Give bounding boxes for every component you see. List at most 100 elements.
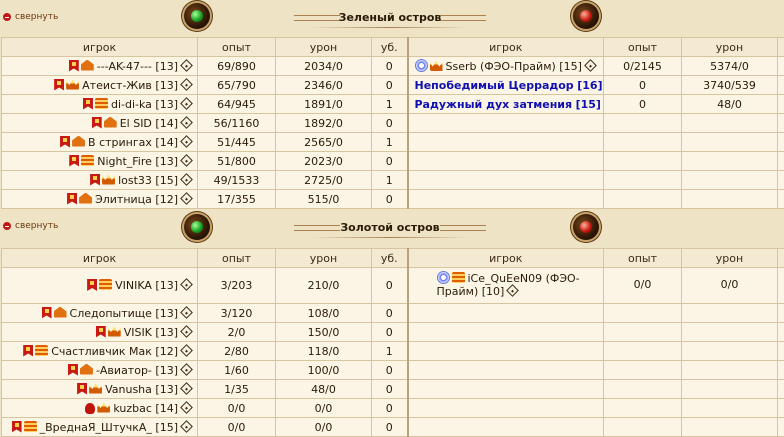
stat-exp [604,304,682,323]
player-cell [408,418,604,437]
island-banner: Золотой остров [290,216,490,238]
stat-dmg: 0/0 [276,418,372,437]
player-info-icon[interactable] [180,116,193,129]
stat-dmg [682,152,778,171]
player-info-icon[interactable] [180,363,193,376]
player-name-link[interactable]: VINIKA [115,279,152,292]
player-cell: ---AK-47--- [13] [2,57,198,76]
player-name-link[interactable]: VISIK [124,326,152,339]
player-name-link[interactable]: lost33 [118,174,152,187]
table-header-row: игрокопытуронуб.игрокопытуронуб. [2,249,784,268]
player-name-link[interactable]: В стрингах [88,136,152,149]
player-level: [15] [576,98,601,111]
player-cell: Непобедимый Церрадор [16] [408,76,604,95]
player-name-link[interactable]: -Авиатор- [96,364,152,377]
clan-flag-icon [96,326,106,338]
player-info-icon[interactable] [584,59,597,72]
stat-kills: 0 [372,323,408,342]
column-header-exp: опыт [604,249,682,268]
collapse-label[interactable]: свернуть [15,221,58,231]
stat-exp: 64/945 [198,95,276,114]
player-name-link[interactable]: Night_Fire [97,155,152,168]
rank-crown-icon [89,383,102,394]
collapse-label[interactable]: свернуть [15,12,58,22]
player-info-icon[interactable] [180,382,193,395]
clan-skull-icon [85,403,95,414]
player-cell [408,171,604,190]
rank-house-icon [81,60,94,71]
player-info-icon[interactable] [180,78,193,91]
player-name-link[interactable]: Элитница [95,193,152,206]
stat-kills: 0 [372,361,408,380]
player-info-icon[interactable] [180,278,193,291]
stat-exp: 0/0 [604,268,682,304]
stat-dmg: 118/0 [276,342,372,361]
island-banner: Зеленый остров [290,6,490,28]
player-info-icon[interactable] [180,420,193,433]
stat-dmg [682,323,778,342]
player-info-icon[interactable] [180,325,193,338]
player-info-icon[interactable] [506,284,519,297]
table-row: Night_Fire [13]51/8002023/00 [2,152,784,171]
clan-snowflake-icon [437,271,450,284]
stat-dmg [682,190,778,209]
rank-crown-icon [97,402,110,413]
collapse-icon[interactable] [3,222,11,230]
player-name-link[interactable]: Sserb (ФЭО-Прайм) [446,60,556,73]
player-name-link[interactable]: di-di-ka [111,98,152,111]
player-cell: Sserb (ФЭО-Прайм) [15] [408,57,604,76]
collapse-toggle[interactable]: свернуть [3,12,58,22]
player-name-link[interactable]: Счастливчик Мак [51,345,152,358]
stat-exp [604,342,682,361]
stat-dmg: 2346/0 [276,76,372,95]
player-cell [408,342,604,361]
player-cell: kuzbac [14] [2,399,198,418]
stat-kills: 0 [778,57,784,76]
player-cell: Атеист-Жив [13] [2,76,198,95]
rank-house-icon [79,193,92,204]
green-team-orb-icon [184,3,210,29]
player-name-link[interactable]: El SID [120,117,152,130]
stat-dmg [682,171,778,190]
player-info-icon[interactable] [180,306,193,319]
stat-exp: 49/1533 [198,171,276,190]
stat-dmg: 3740/539 [682,76,778,95]
stat-kills [778,304,784,323]
player-info-icon[interactable] [180,59,193,72]
stat-kills [778,380,784,399]
player-info-icon[interactable] [180,173,193,186]
player-name-link[interactable]: Следопытище [70,307,152,320]
table-header-row: игрокопытуронуб.игрокопытуронуб. [2,38,784,57]
rank-crown-icon [108,326,121,337]
player-name-link[interactable]: ---AK-47--- [97,60,152,73]
player-cell: Элитница [12] [2,190,198,209]
collapse-icon[interactable] [3,13,11,21]
player-info-icon[interactable] [180,97,193,110]
stat-exp [604,380,682,399]
player-name-link[interactable]: Непобедимый Церрадор [415,79,574,92]
battle-table: игрокопытуронуб.игрокопытуронуб.---AK-47… [1,37,784,209]
column-header-dmg: урон [276,38,372,57]
player-name-link[interactable]: _ВреднаЯ_ШтучкА_ [40,421,152,434]
player-info-icon[interactable] [180,192,193,205]
stat-exp: 3/203 [198,268,276,304]
clan-snowflake-icon [415,59,428,72]
stat-kills [778,114,784,133]
collapse-toggle[interactable]: свернуть [3,221,58,231]
stat-exp: 1/35 [198,380,276,399]
player-info-icon[interactable] [180,135,193,148]
player-info-icon[interactable] [180,154,193,167]
player-info-icon[interactable] [180,401,193,414]
player-level: [16] [577,79,602,92]
stat-dmg [682,114,778,133]
player-name-link[interactable]: kuzbac [113,402,152,415]
stat-dmg [682,418,778,437]
player-name-link[interactable]: Vanusha [105,383,152,396]
table-row: В стрингах [14]51/4452565/01 [2,133,784,152]
player-name-link[interactable]: Радужный дух затмения [415,98,573,111]
player-name-link[interactable]: Атеист-Жив [82,79,152,92]
section-header: свернуть Золотой остров [0,211,784,248]
player-cell: -Авиатор- [13] [2,361,198,380]
player-info-icon[interactable] [180,344,193,357]
clan-flag-icon [23,345,33,357]
